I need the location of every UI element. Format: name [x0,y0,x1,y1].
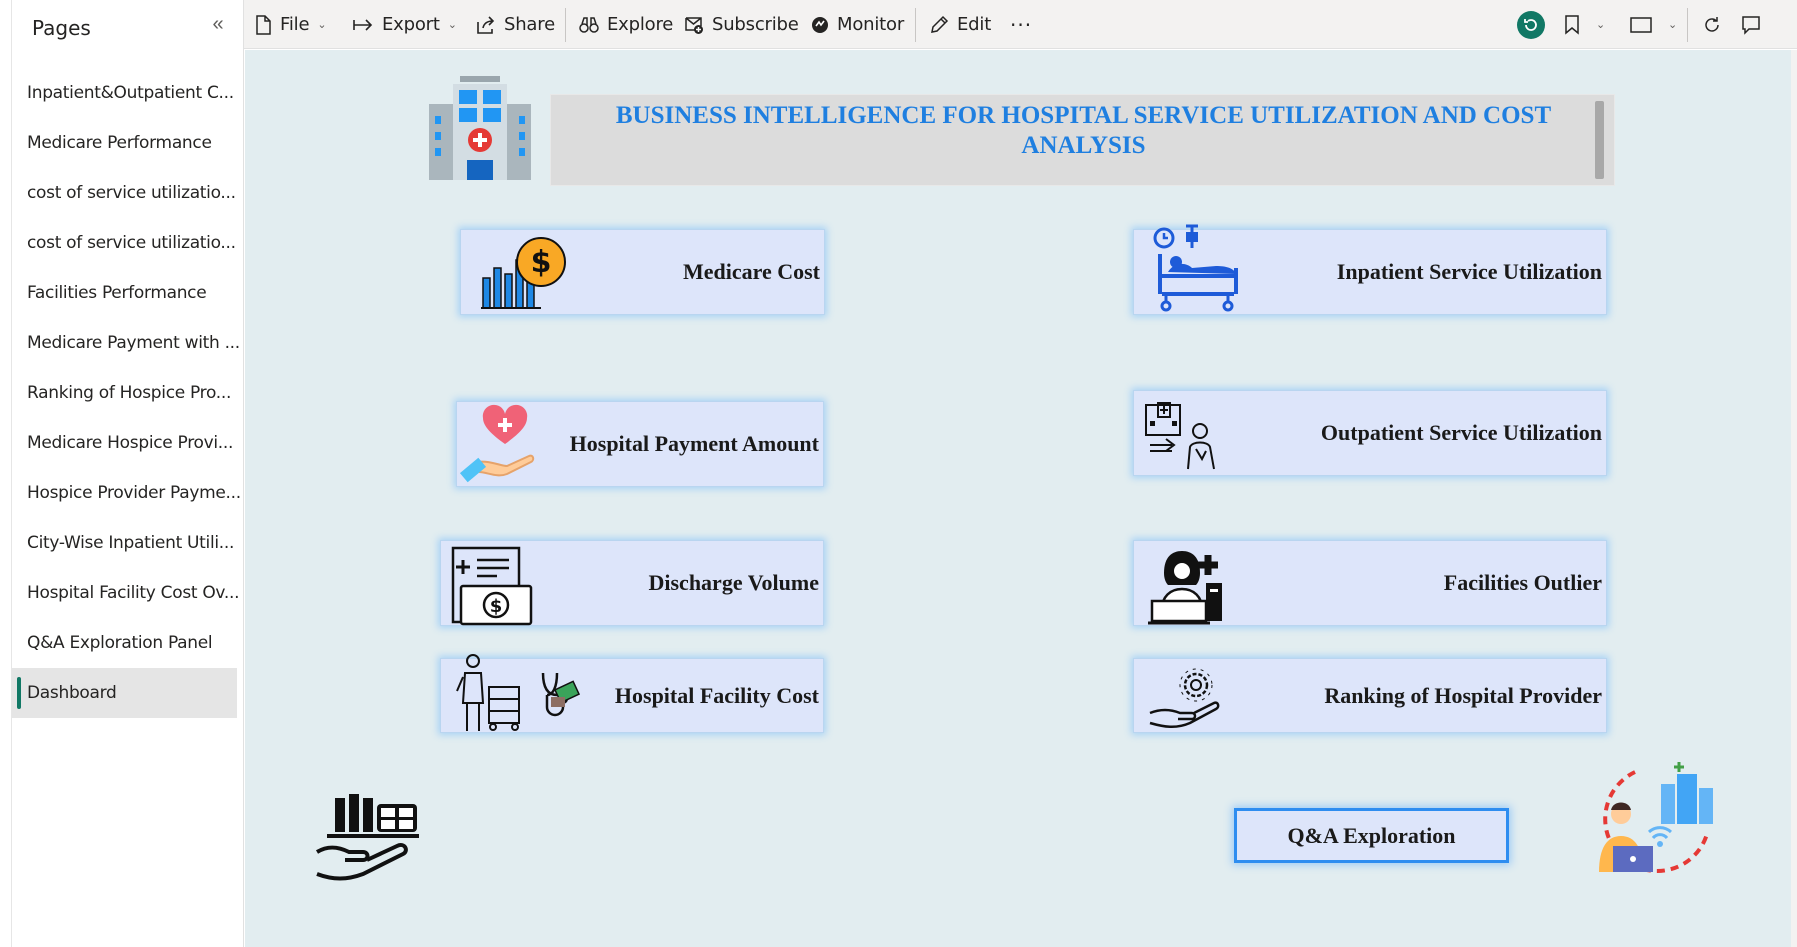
edit-button[interactable]: Edit [929,0,991,49]
title-scrollbar[interactable] [1595,101,1604,179]
outpatient-utilization-card[interactable]: Outpatient Service Utilization [1133,390,1607,476]
file-menu[interactable]: File ⌄ [254,0,327,49]
hospital-facility-cost-card[interactable]: Hospital Facility Cost [440,654,824,733]
hospital-building-icon [427,76,533,187]
chevron-down-icon: ⌄ [1668,18,1678,31]
view-icon [1630,16,1652,33]
export-label: Export [382,14,440,35]
subscribe-button[interactable]: Subscribe [684,0,799,49]
page-item-hospital-facility-cost[interactable]: Hospital Facility Cost Ov... [12,568,244,618]
file-label: File [280,14,310,35]
page-item-medicare-payment[interactable]: Medicare Payment with ... [12,318,244,368]
page-item-city-wise-inpatient[interactable]: City-Wise Inpatient Utili... [12,518,244,568]
medicare-cost-card[interactable]: $ Medicare Cost [460,229,825,315]
discharge-volume-label: Discharge Volume [648,570,820,595]
medical-bill-icon: $ [451,546,535,633]
file-icon [256,14,271,35]
share-icon [477,15,495,34]
page-list: Inpatient&Outpatient C... Medicare Perfo… [12,68,244,718]
page-item-qa-exploration[interactable]: Q&A Exploration Panel [12,618,244,668]
refresh-icon [1705,16,1719,32]
page-item-hospice-provider-payment[interactable]: Hospice Provider Payme... [12,468,244,518]
discharge-volume-card[interactable]: $ Discharge Volume [440,540,824,626]
report-title: BUSINESS INTELLIGENCE FOR HOSPITAL SERVI… [615,102,1552,159]
chevron-down-icon: ⌄ [447,18,457,31]
page-item-facilities-performance[interactable]: Facilities Performance [12,268,244,318]
page-item-medicare-hospice[interactable]: Medicare Hospice Provi... [12,418,244,468]
page-item-cost-of-service-1[interactable]: cost of service utilizatio... [12,168,244,218]
pencil-icon [931,15,949,33]
subscribe-icon [685,16,703,34]
comment-button[interactable] [1741,0,1769,49]
page-item-dashboard[interactable]: Dashboard [12,668,237,718]
share-button[interactable]: Share [476,0,555,49]
pages-title: Pages [32,16,91,40]
hospital-payment-card[interactable]: Hospital Payment Amount [456,401,824,487]
hospital-payment-label: Hospital Payment Amount [569,431,819,456]
inpatient-utilization-label: Inpatient Service Utilization [1336,259,1602,284]
monitor-icon [812,16,828,33]
page-item-inpatient-outpatient[interactable]: Inpatient&Outpatient C... [12,68,244,118]
svg-text:$: $ [490,596,503,617]
explore-button[interactable]: Explore [579,0,673,49]
explore-label: Explore [607,14,674,35]
heart-hand-icon [459,404,539,491]
monitor-label: Monitor [837,14,905,35]
more-options-button[interactable]: ··· [1010,0,1032,49]
binoculars-icon [579,16,599,33]
refresh-button[interactable] [1703,0,1729,49]
inpatient-utilization-card[interactable]: Inpatient Service Utilization [1133,224,1607,315]
facilities-outlier-label: Facilities Outlier [1443,570,1602,595]
toolbar-divider [565,8,566,42]
view-menu[interactable]: ⌄ [1630,0,1677,49]
page-item-cost-of-service-2[interactable]: cost of service utilizatio... [12,218,244,268]
outpatient-utilization-label: Outpatient Service Utilization [1320,420,1602,445]
comment-icon [1742,15,1760,35]
nurse-stethoscope-icon [453,653,583,738]
page-item-ranking-hospice[interactable]: Ranking of Hospice Pro... [12,368,244,418]
right-scrollbar[interactable] [1791,50,1797,947]
ranking-provider-label: Ranking of Hospital Provider [1324,682,1602,708]
top-toolbar: File ⌄ Export ⌄ Share Explore Subscribe Mo… [244,0,1797,49]
factory-hand-icon [315,790,425,887]
refresh-status-button[interactable] [1516,0,1554,49]
monitor-button[interactable]: Monitor [811,0,904,49]
report-canvas: BUSINESS INTELLIGENCE FOR HOSPITAL SERVI… [245,50,1797,947]
export-menu[interactable]: Export ⌄ [352,0,457,49]
facilities-outlier-card[interactable]: Facilities Outlier [1133,540,1607,626]
chevron-down-icon: ⌄ [1596,18,1606,31]
dollar-chart-icon: $ [479,234,569,317]
double-chevron-left-icon[interactable]: « [204,12,232,38]
chevron-down-icon: ⌄ [317,18,327,31]
outpatient-icon [1144,401,1220,476]
share-label: Share [504,14,555,35]
medicare-cost-label: Medicare Cost [682,259,820,284]
bookmark-icon [1565,14,1579,35]
edit-label: Edit [957,14,992,35]
gear-hand-icon [1148,663,1220,736]
sync-icon [1517,10,1545,39]
svg-text:$: $ [531,245,552,280]
pages-sidebar: Pages « Inpatient&Outpatient C... Medica… [12,0,244,947]
doctor-computer-icon [1148,543,1228,630]
toolbar-divider [915,8,916,42]
hospital-bed-icon [1152,224,1244,323]
ranking-provider-card[interactable]: Ranking of Hospital Provider [1133,658,1607,733]
export-icon [353,18,373,31]
toolbar-divider [1687,8,1688,42]
subscribe-label: Subscribe [712,14,799,35]
bookmark-menu[interactable]: ⌄ [1564,0,1605,49]
left-edge-strip [0,0,12,947]
hospital-facility-cost-label: Hospital Facility Cost [614,682,819,708]
qa-exploration-button[interactable]: Q&A Exploration [1234,808,1509,863]
page-item-medicare-performance[interactable]: Medicare Performance [12,118,244,168]
report-title-box: BUSINESS INTELLIGENCE FOR HOSPITAL SERVI… [550,94,1615,186]
remote-health-illustration-icon [1595,758,1715,885]
